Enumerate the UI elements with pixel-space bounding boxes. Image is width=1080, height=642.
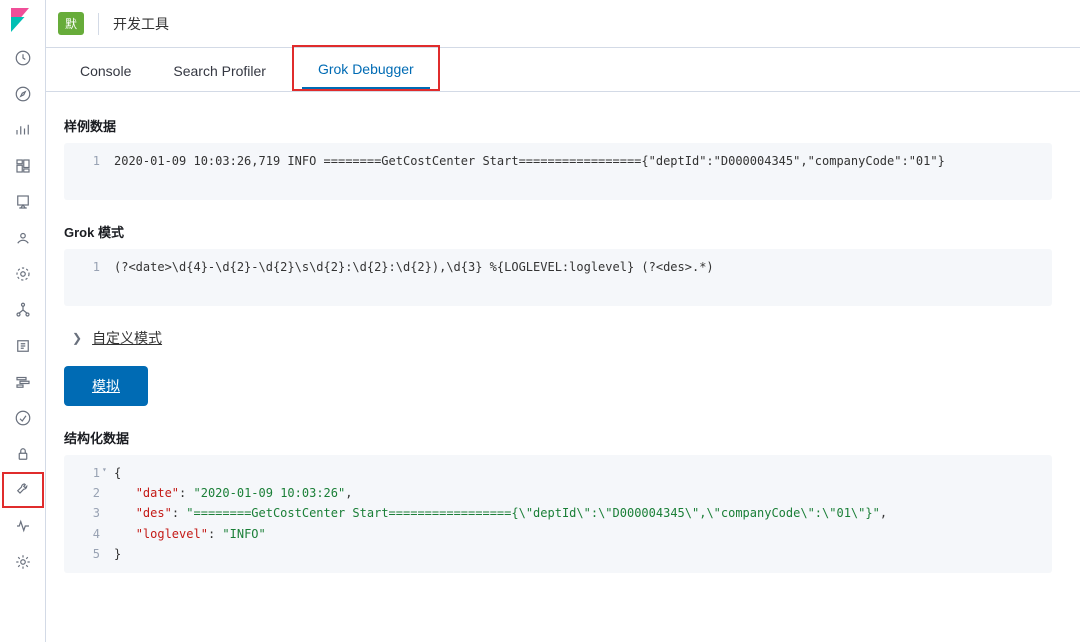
tab-console[interactable]: Console: [64, 53, 147, 91]
monitoring-icon[interactable]: [2, 508, 44, 544]
maps-icon[interactable]: [2, 220, 44, 256]
line-number: 1: [64, 151, 114, 171]
sample-data-editor[interactable]: 1 2020-01-09 10:03:26,719 INFO ========G…: [64, 143, 1052, 200]
sample-data-line: 2020-01-09 10:03:26,719 INFO ========Get…: [114, 151, 945, 171]
json-val-date: "2020-01-09 10:03:26": [194, 486, 346, 500]
apm-icon[interactable]: [2, 364, 44, 400]
space-badge[interactable]: 默: [58, 12, 84, 35]
header-divider: [98, 13, 99, 35]
logs-icon[interactable]: [2, 328, 44, 364]
infra-icon[interactable]: [2, 292, 44, 328]
json-key-des: "des": [136, 506, 172, 520]
grok-pattern-editor[interactable]: 1 (?<date>\d{4}-\d{2}-\d{2}\s\d{2}:\d{2}…: [64, 249, 1052, 306]
tabs: Console Search Profiler Grok Debugger: [46, 48, 1080, 92]
chevron-right-icon: ❯: [72, 331, 82, 345]
sample-data-label: 样例数据: [64, 116, 1052, 135]
devtools-icon[interactable]: [2, 472, 44, 508]
output-label: 结构化数据: [64, 428, 1052, 447]
custom-patterns-label: 自定义模式: [92, 328, 162, 348]
header: 默 开发工具: [46, 0, 1080, 48]
compass-icon[interactable]: [2, 76, 44, 112]
dashboard-icon[interactable]: [2, 148, 44, 184]
recent-icon[interactable]: [2, 40, 44, 76]
page-title: 开发工具: [113, 14, 169, 34]
json-key-loglevel: "loglevel": [136, 527, 208, 541]
tab-grok-highlight: Grok Debugger: [292, 45, 440, 91]
json-key-date: "date": [136, 486, 179, 500]
tab-search-profiler[interactable]: Search Profiler: [157, 53, 282, 91]
visualize-icon[interactable]: [2, 112, 44, 148]
ml-icon[interactable]: [2, 256, 44, 292]
json-val-loglevel: "INFO": [222, 527, 265, 541]
line-number: 1: [64, 257, 114, 277]
canvas-icon[interactable]: [2, 184, 44, 220]
kibana-logo[interactable]: [11, 8, 35, 32]
tab-grok-debugger[interactable]: Grok Debugger: [302, 51, 430, 89]
management-icon[interactable]: [2, 544, 44, 580]
grok-pattern-line: (?<date>\d{4}-\d{2}-\d{2}\s\d{2}:\d{2}:\…: [114, 257, 714, 277]
security-icon[interactable]: [2, 436, 44, 472]
uptime-icon[interactable]: [2, 400, 44, 436]
output-editor[interactable]: 1{ 2 "date": "2020-01-09 10:03:26", 3 "d…: [64, 455, 1052, 573]
json-val-des: "========GetCostCenter Start============…: [186, 506, 880, 520]
simulate-button[interactable]: 模拟: [64, 366, 148, 406]
custom-patterns-toggle[interactable]: ❯ 自定义模式: [72, 328, 1052, 348]
grok-pattern-label: Grok 模式: [64, 222, 1052, 241]
